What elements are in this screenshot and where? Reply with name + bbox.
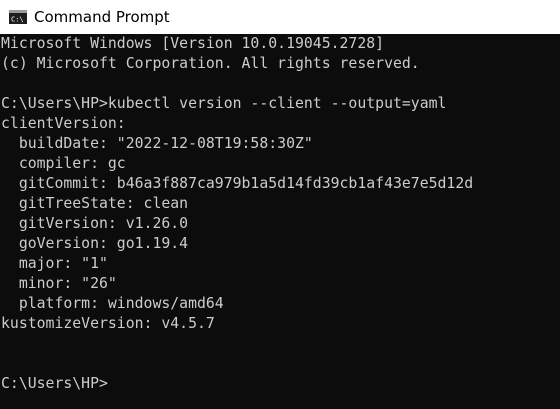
svg-text:C:\: C:\ bbox=[11, 16, 24, 24]
console-line: kustomizeVersion: v4.5.7 bbox=[1, 315, 215, 332]
console-line: major: "1" bbox=[1, 255, 108, 272]
console-line: goVersion: go1.19.4 bbox=[1, 235, 189, 252]
console-line: buildDate: "2022-12-08T19:58:30Z" bbox=[1, 135, 313, 152]
console-command-line: C:\Users\HP>kubectl version --client --o… bbox=[1, 95, 447, 112]
console-line: compiler: gc bbox=[1, 155, 126, 172]
console-line: gitTreeState: clean bbox=[1, 195, 189, 212]
console-line: clientVersion: bbox=[1, 115, 126, 132]
console-line: minor: "26" bbox=[1, 275, 117, 292]
console-line: platform: windows/amd64 bbox=[1, 295, 224, 312]
console-line: gitCommit: b46a3f887ca979b1a5d14fd39cb1a… bbox=[1, 175, 474, 192]
console-output[interactable]: Microsoft Windows [Version 10.0.19045.27… bbox=[0, 34, 560, 409]
console-prompt[interactable]: C:\Users\HP> bbox=[1, 374, 108, 394]
cmd-icon: C:\ bbox=[9, 10, 27, 24]
console-line: (c) Microsoft Corporation. All rights re… bbox=[1, 55, 420, 72]
title-bar[interactable]: C:\ Command Prompt bbox=[0, 0, 560, 34]
window-title: Command Prompt bbox=[34, 8, 170, 26]
console-line: Microsoft Windows [Version 10.0.19045.27… bbox=[1, 35, 385, 52]
console-line: gitVersion: v1.26.0 bbox=[1, 215, 189, 232]
